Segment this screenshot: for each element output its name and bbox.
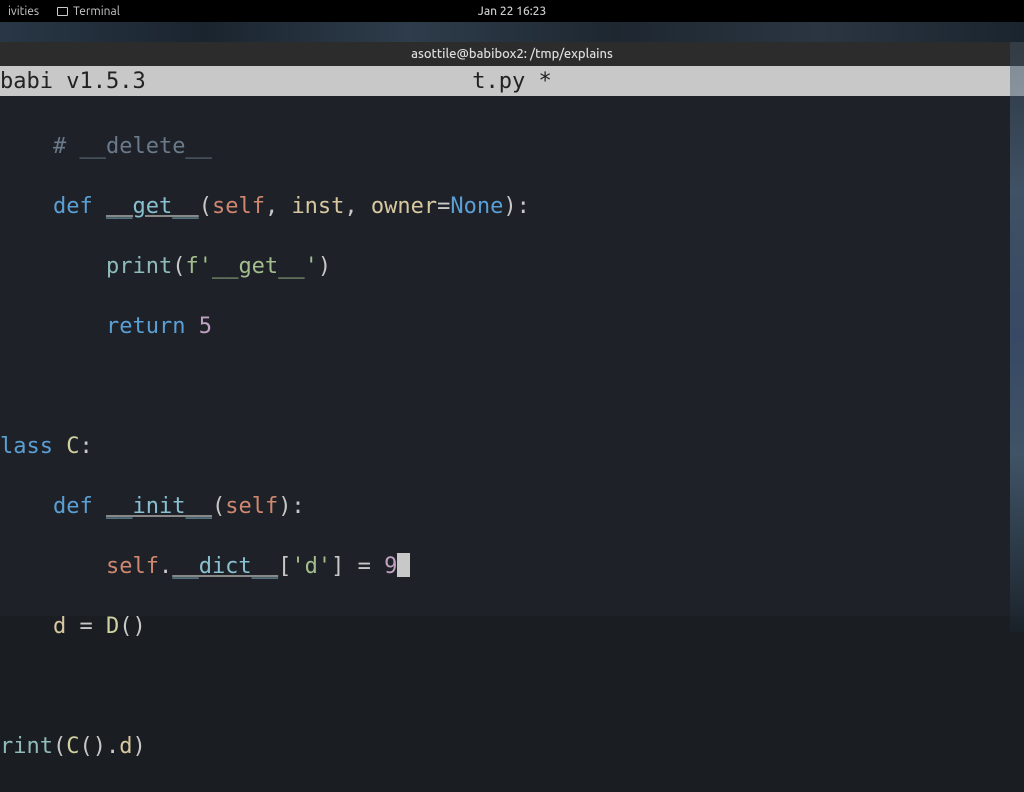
- editor-app-version: babi v1.5.3: [0, 69, 146, 94]
- terminal-icon: [57, 7, 68, 16]
- code-line: lass C:: [0, 432, 1024, 462]
- editor-filename: t.py *: [472, 69, 551, 94]
- code-line: rint(C().d): [0, 732, 1024, 762]
- code-line: d = D(): [0, 612, 1024, 642]
- background-edge: [1010, 42, 1024, 632]
- background-strip: [0, 22, 1024, 42]
- window-titlebar[interactable]: asottile@babibox2: /tmp/explains: [0, 42, 1024, 66]
- code-line: print(f'__get__'): [0, 252, 1024, 282]
- code-editor[interactable]: # __delete__ def __get__(self, inst, own…: [0, 96, 1024, 616]
- activities-button[interactable]: ivities: [8, 5, 39, 18]
- text-cursor: [397, 553, 410, 577]
- terminal-menu[interactable]: Terminal: [57, 5, 120, 18]
- gnome-topbar: ivities Terminal Jan 22 16:23: [0, 0, 1024, 22]
- code-line: # __delete__: [0, 132, 1024, 162]
- terminal-label: Terminal: [73, 5, 120, 18]
- code-line: return 5: [0, 312, 1024, 342]
- code-line: def __init__(self):: [0, 492, 1024, 522]
- code-line: [0, 372, 1024, 402]
- code-line: def __get__(self, inst, owner=None):: [0, 192, 1024, 222]
- code-line: self.__dict__['d'] = 9: [0, 552, 1024, 582]
- window-title: asottile@babibox2: /tmp/explains: [411, 47, 613, 61]
- clock[interactable]: Jan 22 16:23: [478, 5, 546, 18]
- code-line: [0, 672, 1024, 702]
- editor-statusbar: babi v1.5.3 t.py *: [0, 66, 1024, 96]
